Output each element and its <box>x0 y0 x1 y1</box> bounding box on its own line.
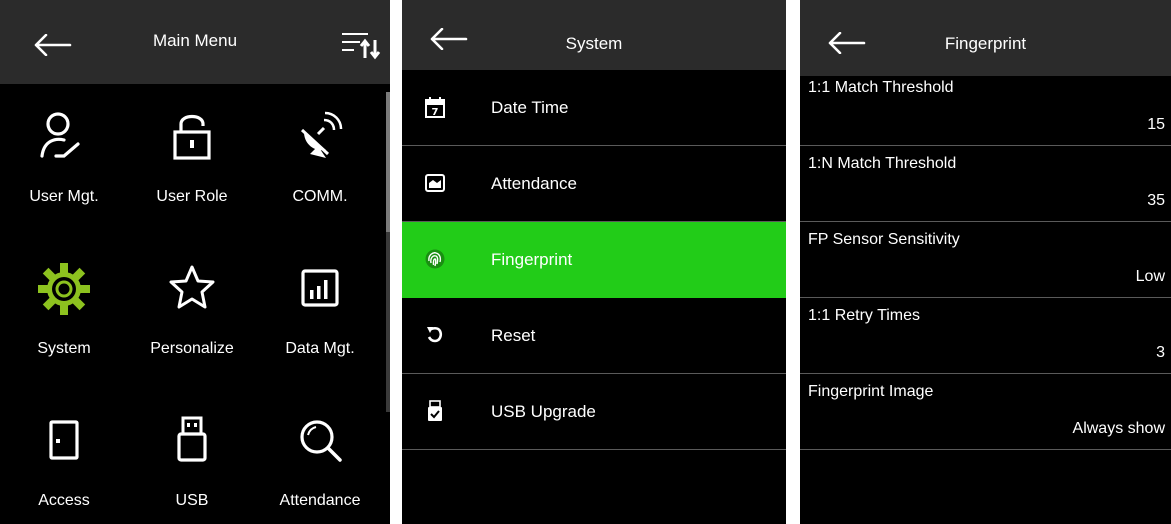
setting-label: 1:N Match Threshold <box>808 155 957 172</box>
menu-item-label: Data Mgt. <box>285 340 355 357</box>
setting-value: 3 <box>1156 344 1165 361</box>
menu-item-label: COMM. <box>292 188 348 205</box>
menu-item-access[interactable]: Access <box>0 388 128 524</box>
list-item-label: USB Upgrade <box>491 402 596 421</box>
list-item-label: Attendance <box>491 174 578 193</box>
user-icon <box>40 112 80 158</box>
calendar-day: 7 <box>432 107 439 118</box>
menu-item-user-role[interactable]: User Role <box>128 84 256 234</box>
usb-upgrade-icon <box>428 400 442 421</box>
scrollbar[interactable] <box>386 92 390 412</box>
setting-1-1-match-threshold[interactable]: 1:1 Match Threshold 15 <box>800 70 1171 146</box>
sort-menu-icon[interactable] <box>338 28 382 62</box>
list-item-label: Date Time <box>491 98 569 117</box>
page-title: Main Menu <box>152 31 238 50</box>
menu-item-data-mgt[interactable]: Data Mgt. <box>256 236 384 386</box>
menu-item-label: Personalize <box>150 340 234 357</box>
menu-item-label: User Mgt. <box>29 188 99 205</box>
menu-item-usb[interactable]: USB <box>128 388 256 524</box>
reset-icon <box>427 326 443 343</box>
door-icon <box>49 420 79 460</box>
setting-1-n-match-threshold[interactable]: 1:N Match Threshold 35 <box>800 146 1171 222</box>
menu-item-label: USB <box>175 492 209 509</box>
menu-item-system[interactable]: System <box>0 236 128 386</box>
gear-icon <box>38 263 90 315</box>
menu-item-label: Attendance <box>279 492 361 509</box>
menu-item-label: System <box>37 340 91 357</box>
setting-label: Fingerprint Image <box>808 383 934 400</box>
star-icon <box>169 265 215 309</box>
system-screen: System 7 Date Time Attendance Fingerprin… <box>402 0 786 524</box>
main-menu-screen: Main Menu User Mgt. User Role COMM. Syst… <box>0 0 390 524</box>
page-title: System <box>565 34 623 53</box>
calendar-icon: 7 <box>425 97 445 118</box>
setting-label: 1:1 Match Threshold <box>808 79 954 96</box>
setting-value: Low <box>1135 268 1165 285</box>
list-item-usb-upgrade[interactable]: USB Upgrade <box>402 374 786 450</box>
list-item-label: Reset <box>491 326 536 345</box>
setting-fingerprint-image[interactable]: Fingerprint Image Always show <box>800 374 1171 450</box>
setting-value: 35 <box>1147 192 1165 209</box>
list-item-attendance[interactable]: Attendance <box>402 146 786 222</box>
menu-item-comm[interactable]: COMM. <box>256 84 384 234</box>
bar-chart-icon <box>301 269 339 307</box>
setting-value: 15 <box>1147 116 1165 133</box>
page-title: Fingerprint <box>944 34 1027 53</box>
main-menu-header: Main Menu <box>0 0 390 84</box>
list-item-reset[interactable]: Reset <box>402 298 786 374</box>
menu-item-label: Access <box>38 492 90 509</box>
satellite-dish-icon <box>300 111 343 158</box>
fingerprint-header: Fingerprint <box>800 0 1171 76</box>
setting-fp-sensor-sensitivity[interactable]: FP Sensor Sensitivity Low <box>800 222 1171 298</box>
attendance-icon <box>425 174 445 192</box>
setting-label: FP Sensor Sensitivity <box>808 231 960 248</box>
system-header: System <box>402 0 786 70</box>
usb-drive-icon <box>177 416 207 462</box>
list-item-date-time[interactable]: 7 Date Time <box>402 70 786 146</box>
menu-item-personalize[interactable]: Personalize <box>128 236 256 386</box>
fingerprint-icon <box>425 249 445 269</box>
setting-value: Always show <box>1072 420 1165 437</box>
list-item-label: Fingerprint <box>491 250 573 269</box>
menu-item-attendance[interactable]: Attendance <box>256 388 384 524</box>
menu-item-label: User Role <box>156 188 228 205</box>
fingerprint-screen: Fingerprint 1:1 Match Threshold 15 1:N M… <box>800 0 1171 524</box>
menu-item-user-mgt[interactable]: User Mgt. <box>0 84 128 234</box>
setting-1-1-retry-times[interactable]: 1:1 Retry Times 3 <box>800 298 1171 374</box>
scrollbar-thumb[interactable] <box>386 92 390 232</box>
setting-label: 1:1 Retry Times <box>808 307 921 324</box>
magnifier-icon <box>300 420 342 462</box>
list-item-fingerprint[interactable]: Fingerprint <box>402 222 786 298</box>
lock-icon <box>173 114 211 160</box>
